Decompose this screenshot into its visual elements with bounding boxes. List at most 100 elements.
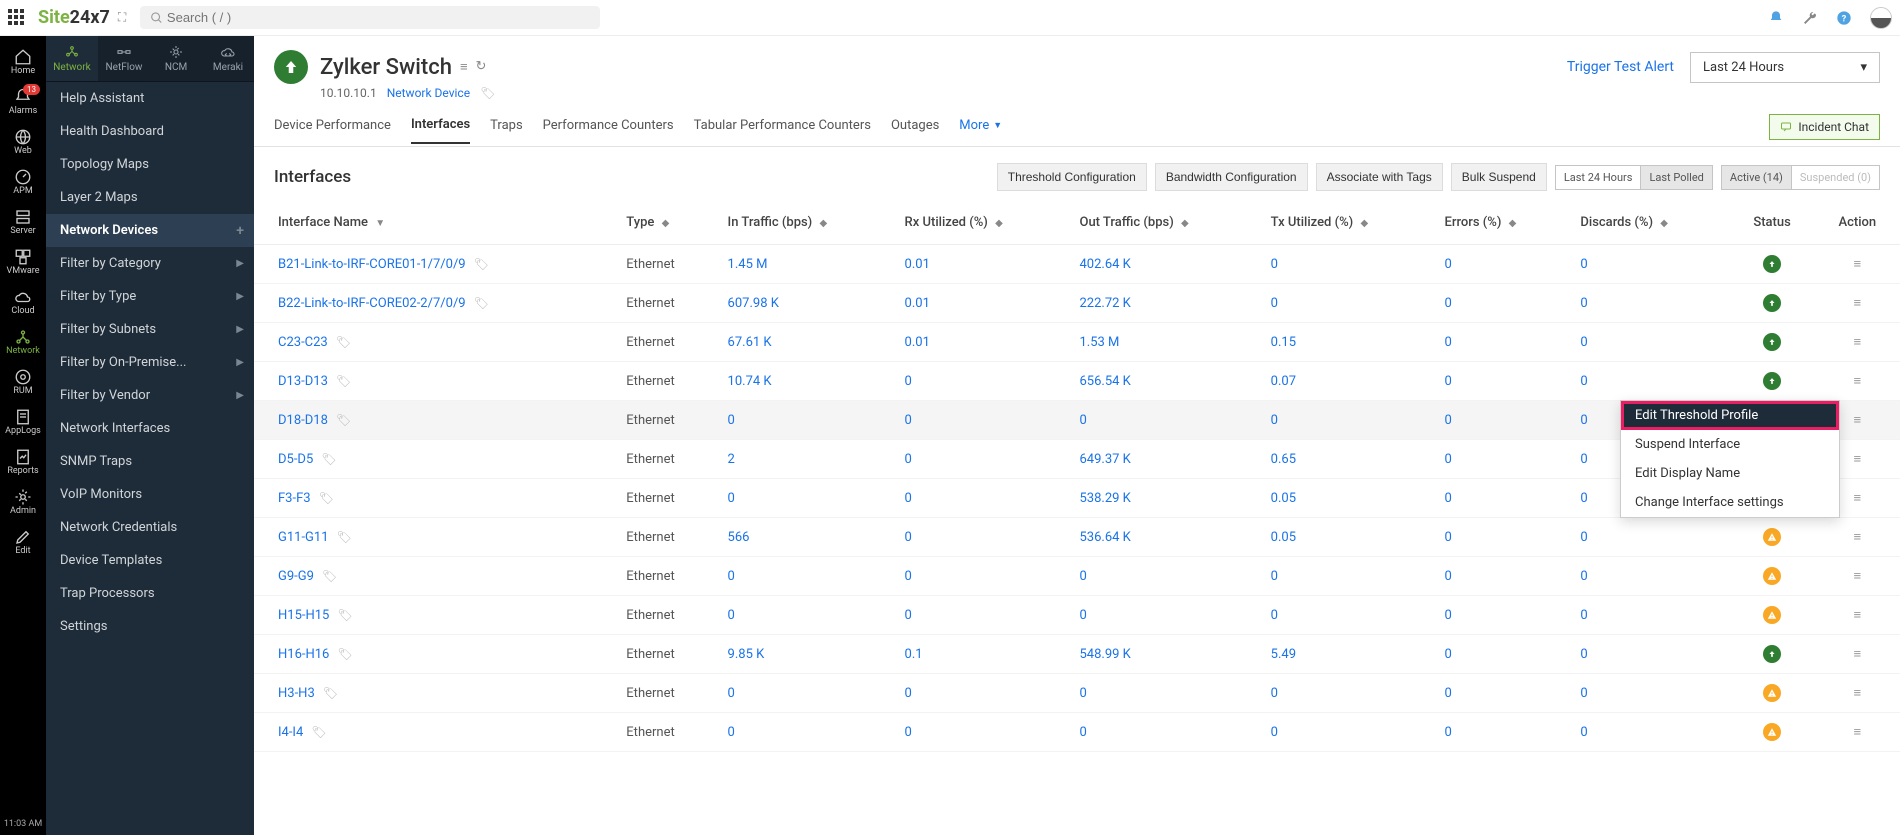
threshold-config-button[interactable]: Threshold Configuration: [997, 163, 1147, 191]
logo[interactable]: Site24x7: [38, 7, 110, 28]
interface-link[interactable]: B21-Link-to-IRF-CORE01-1/7/0/9: [278, 257, 466, 272]
menu-device-templates[interactable]: Device Templates: [46, 544, 254, 577]
menu-icon[interactable]: ≡: [460, 59, 468, 75]
tab-outages[interactable]: Outages: [891, 118, 939, 143]
subtab-netflow[interactable]: NetFlow: [98, 36, 150, 81]
tab-performance-counters[interactable]: Performance Counters: [543, 118, 674, 143]
wrench-icon[interactable]: [1802, 10, 1818, 26]
time-range-select[interactable]: Last 24 Hours ▾: [1690, 52, 1880, 83]
subtab-ncm[interactable]: NCM: [150, 36, 202, 81]
last24-toggle[interactable]: Last 24 Hours: [1556, 166, 1641, 189]
tab-tabular-performance-counters[interactable]: Tabular Performance Counters: [694, 118, 871, 143]
iconbar-server[interactable]: Server: [0, 202, 46, 242]
tab-device-performance[interactable]: Device Performance: [274, 118, 391, 143]
menu-network-interfaces[interactable]: Network Interfaces: [46, 412, 254, 445]
interface-link[interactable]: G11-G11: [278, 530, 329, 545]
col-out-traffic-bps-[interactable]: Out Traffic (bps) ◆: [1069, 201, 1260, 245]
row-action-icon[interactable]: ≡: [1854, 647, 1862, 662]
row-action-icon[interactable]: ≡: [1854, 413, 1862, 428]
interface-link[interactable]: B22-Link-to-IRF-CORE02-2/7/0/9: [278, 296, 466, 311]
row-action-icon[interactable]: ≡: [1854, 257, 1862, 272]
tab-traps[interactable]: Traps: [490, 118, 523, 143]
ctx-change-interface-settings[interactable]: Change Interface settings: [1621, 488, 1839, 517]
row-action-icon[interactable]: ≡: [1854, 569, 1862, 584]
bell-icon[interactable]: [1768, 10, 1784, 26]
row-action-icon[interactable]: ≡: [1854, 296, 1862, 311]
interface-link[interactable]: F3-F3: [278, 491, 311, 506]
trigger-test-alert-link[interactable]: Trigger Test Alert: [1567, 59, 1674, 75]
search-input[interactable]: [167, 10, 590, 25]
iconbar-apm[interactable]: APM: [0, 162, 46, 202]
tag-icon[interactable]: 🏷: [337, 608, 352, 622]
iconbar-web[interactable]: Web: [0, 122, 46, 162]
iconbar-applogs[interactable]: AppLogs: [0, 402, 46, 442]
ctx-edit-display-name[interactable]: Edit Display Name: [1621, 459, 1839, 488]
iconbar-rum[interactable]: RUM: [0, 362, 46, 402]
tag-icon[interactable]: 🏷: [480, 86, 495, 100]
iconbar-vmware[interactable]: VMware: [0, 242, 46, 282]
ctx-suspend-interface[interactable]: Suspend Interface: [1621, 430, 1839, 459]
menu-snmp-traps[interactable]: SNMP Traps: [46, 445, 254, 478]
menu-settings[interactable]: Settings: [46, 610, 254, 643]
menu-voip-monitors[interactable]: VoIP Monitors: [46, 478, 254, 511]
row-action-icon[interactable]: ≡: [1854, 725, 1862, 740]
row-action-icon[interactable]: ≡: [1854, 335, 1862, 350]
add-icon[interactable]: +: [236, 223, 244, 239]
menu-filter-by-subnets[interactable]: Filter by Subnets▶: [46, 313, 254, 346]
user-avatar[interactable]: [1870, 7, 1892, 29]
menu-network-devices[interactable]: Network Devices+: [46, 214, 254, 247]
menu-filter-by-vendor[interactable]: Filter by Vendor▶: [46, 379, 254, 412]
incident-chat-button[interactable]: Incident Chat: [1769, 114, 1880, 140]
tag-icon[interactable]: 🏷: [323, 686, 338, 700]
col-in-traffic-bps-[interactable]: In Traffic (bps) ◆: [718, 201, 895, 245]
ctx-edit-threshold-profile[interactable]: Edit Threshold Profile: [1621, 401, 1839, 430]
bulk-suspend-button[interactable]: Bulk Suspend: [1451, 163, 1547, 191]
subtab-meraki[interactable]: Meraki: [202, 36, 254, 81]
expand-icon[interactable]: ⛶: [118, 10, 126, 25]
menu-help-assistant[interactable]: Help Assistant: [46, 82, 254, 115]
col-interface-name[interactable]: Interface Name ▼: [254, 201, 616, 245]
tag-icon[interactable]: 🏷: [322, 569, 337, 583]
col-action[interactable]: Action: [1815, 201, 1900, 245]
tag-icon[interactable]: 🏷: [319, 491, 334, 505]
menu-filter-by-on-premise-[interactable]: Filter by On-Premise...▶: [46, 346, 254, 379]
row-action-icon[interactable]: ≡: [1854, 374, 1862, 389]
menu-topology-maps[interactable]: Topology Maps: [46, 148, 254, 181]
tag-icon[interactable]: 🏷: [311, 725, 326, 739]
col-tx-utilized-[interactable]: Tx Utilized (%) ◆: [1261, 201, 1435, 245]
iconbar-cloud[interactable]: Cloud: [0, 282, 46, 322]
col-errors-[interactable]: Errors (%) ◆: [1435, 201, 1571, 245]
row-action-icon[interactable]: ≡: [1854, 530, 1862, 545]
interface-link[interactable]: H15-H15: [278, 608, 329, 623]
suspended-filter[interactable]: Suspended (0): [1791, 166, 1879, 189]
menu-health-dashboard[interactable]: Health Dashboard: [46, 115, 254, 148]
tag-icon[interactable]: 🏷: [321, 452, 336, 466]
tag-icon[interactable]: 🏷: [474, 296, 489, 310]
interface-link[interactable]: C23-C23: [278, 335, 328, 350]
tab-interfaces[interactable]: Interfaces: [411, 117, 470, 144]
tag-icon[interactable]: 🏷: [336, 374, 351, 388]
col-type[interactable]: Type ◆: [616, 201, 717, 245]
col-rx-utilized-[interactable]: Rx Utilized (%) ◆: [895, 201, 1070, 245]
menu-filter-by-type[interactable]: Filter by Type▶: [46, 280, 254, 313]
iconbar-home[interactable]: Home: [0, 42, 46, 82]
associate-tags-button[interactable]: Associate with Tags: [1316, 163, 1443, 191]
col-status[interactable]: Status: [1730, 201, 1815, 245]
iconbar-network[interactable]: Network: [0, 322, 46, 362]
interface-link[interactable]: D13-D13: [278, 374, 328, 389]
device-type-link[interactable]: Network Device: [387, 86, 470, 100]
menu-network-credentials[interactable]: Network Credentials: [46, 511, 254, 544]
interface-link[interactable]: H3-H3: [278, 686, 315, 701]
row-action-icon[interactable]: ≡: [1854, 491, 1862, 506]
tag-icon[interactable]: 🏷: [337, 647, 352, 661]
row-action-icon[interactable]: ≡: [1854, 686, 1862, 701]
menu-layer-2-maps[interactable]: Layer 2 Maps: [46, 181, 254, 214]
interface-link[interactable]: D5-D5: [278, 452, 313, 467]
row-action-icon[interactable]: ≡: [1854, 452, 1862, 467]
tag-icon[interactable]: 🏷: [337, 530, 352, 544]
menu-filter-by-category[interactable]: Filter by Category▶: [46, 247, 254, 280]
row-action-icon[interactable]: ≡: [1854, 608, 1862, 623]
col-discards-[interactable]: Discards (%) ◆: [1570, 201, 1729, 245]
tag-icon[interactable]: 🏷: [336, 413, 351, 427]
subtab-network[interactable]: Network: [46, 36, 98, 81]
